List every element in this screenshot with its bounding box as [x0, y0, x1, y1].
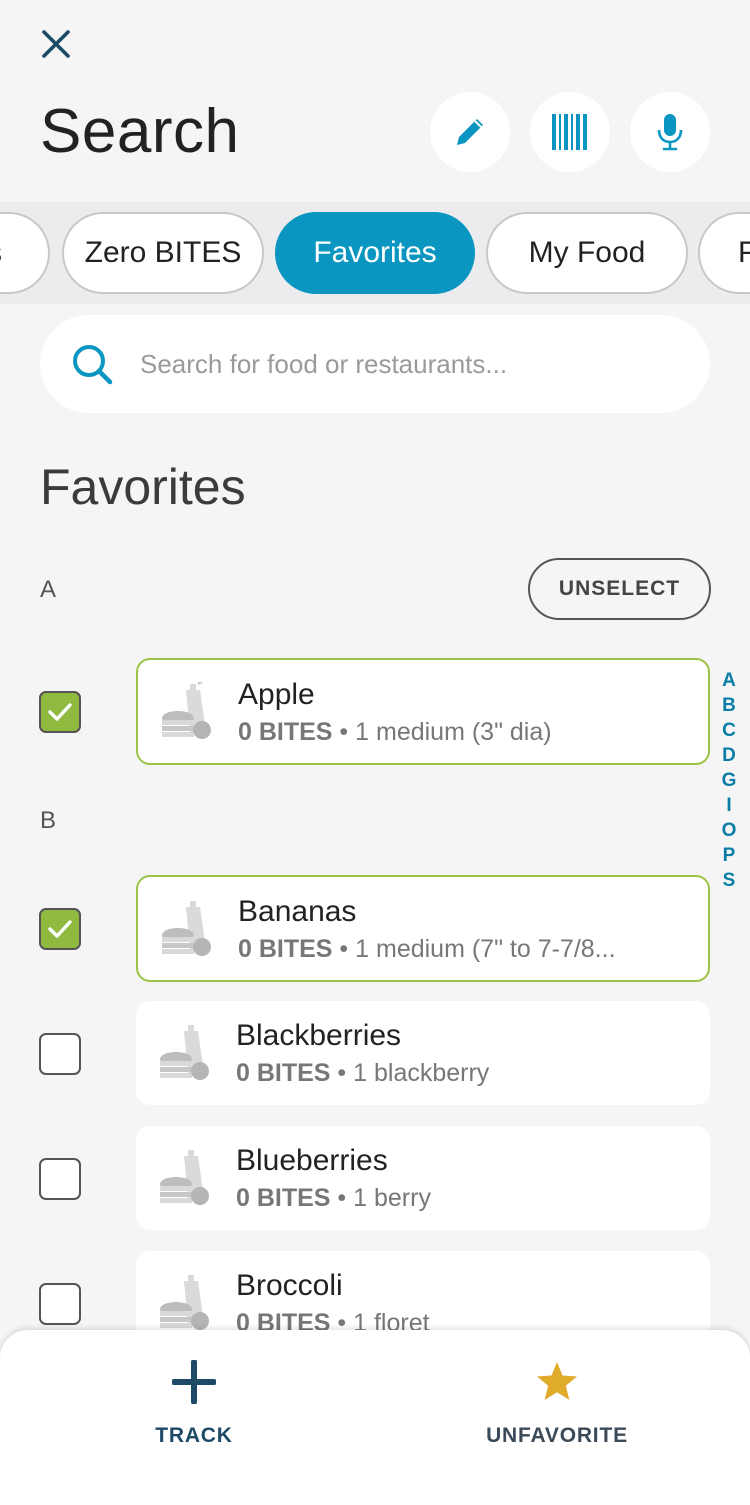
edit-button[interactable]	[430, 92, 510, 172]
header: Search	[0, 0, 750, 202]
group-letter-b: B	[40, 807, 57, 834]
serving-size: 1 medium (7" to 7-7/8...	[355, 935, 616, 963]
unfavorite-button[interactable]: UNFAVORITE	[447, 1360, 667, 1460]
voice-search-button[interactable]	[630, 92, 710, 172]
index-letter-b[interactable]: B	[722, 693, 736, 718]
search-input[interactable]	[140, 339, 680, 389]
barcode-button[interactable]	[530, 92, 610, 172]
separator: •	[332, 935, 356, 963]
index-letter-o[interactable]: O	[722, 818, 737, 843]
checkmark-icon	[48, 920, 72, 938]
separator: •	[330, 1059, 354, 1087]
tab-next[interactable]: P	[698, 212, 750, 294]
pencil-icon	[457, 119, 483, 145]
separator: •	[332, 718, 356, 746]
close-button[interactable]	[36, 24, 76, 64]
index-letter-d[interactable]: D	[722, 743, 736, 768]
separator: •	[330, 1184, 354, 1212]
search-bar[interactable]	[40, 315, 710, 413]
alphabet-index: A B C D G I O P S	[718, 668, 740, 893]
food-name: Bananas	[238, 895, 357, 928]
star-icon	[537, 1362, 577, 1400]
item-checkbox-blackberries[interactable]	[39, 1033, 81, 1075]
index-letter-a[interactable]: A	[722, 668, 736, 693]
food-name: Broccoli	[236, 1269, 343, 1302]
checkmark-icon	[48, 703, 72, 721]
plus-icon	[172, 1360, 216, 1404]
bites-value: 0 BITES	[238, 718, 333, 746]
microphone-icon	[657, 114, 683, 151]
food-generic-icon	[160, 1275, 209, 1330]
food-generic-icon	[160, 1025, 209, 1080]
food-generic-icon	[160, 1150, 209, 1205]
food-name: Apple	[238, 678, 315, 711]
index-letter-c[interactable]: C	[722, 718, 736, 743]
serving-size: 1 berry	[353, 1184, 431, 1212]
tab-previous[interactable]: s	[0, 212, 50, 294]
close-icon	[42, 30, 70, 58]
food-item-blackberries[interactable]: Blackberries 0 BITES • 1 blackberry	[136, 1001, 710, 1105]
group-letter-a: A	[40, 576, 57, 603]
serving-size: 1 medium (3" dia)	[355, 718, 552, 746]
food-item-blueberries[interactable]: Blueberries 0 BITES • 1 berry	[136, 1126, 710, 1230]
serving-size: 1 blackberry	[353, 1059, 490, 1087]
index-letter-i[interactable]: I	[726, 793, 731, 818]
food-meta: 0 BITES • 1 medium (7" to 7-7/8...	[238, 935, 616, 964]
item-checkbox-apple[interactable]	[39, 691, 81, 733]
tab-my-food[interactable]: My Food	[486, 212, 688, 294]
bites-value: 0 BITES	[238, 935, 333, 963]
index-letter-p[interactable]: P	[723, 843, 736, 868]
item-checkbox-bananas[interactable]	[39, 908, 81, 950]
food-generic-icon	[162, 682, 211, 739]
food-generic-icon	[162, 901, 211, 956]
bottom-action-bar: TRACK UNFAVORITE	[0, 1330, 750, 1505]
track-label: TRACK	[155, 1424, 233, 1447]
item-checkbox-blueberries[interactable]	[39, 1158, 81, 1200]
bites-value: 0 BITES	[236, 1184, 331, 1212]
bites-value: 0 BITES	[236, 1059, 331, 1087]
unselect-button[interactable]: UNSELECT	[528, 558, 711, 620]
food-meta: 0 BITES • 1 blackberry	[236, 1059, 489, 1088]
tab-favorites[interactable]: Favorites	[275, 212, 475, 294]
section-title: Favorites	[40, 459, 246, 515]
food-meta: 0 BITES • 1 berry	[236, 1184, 431, 1213]
food-item-bananas[interactable]: Bananas 0 BITES • 1 medium (7" to 7-7/8.…	[136, 875, 710, 982]
track-button[interactable]: TRACK	[84, 1360, 304, 1460]
index-letter-s[interactable]: S	[723, 868, 736, 893]
food-name: Blueberries	[236, 1144, 388, 1177]
filter-tabs: s Zero BITES Favorites My Food P	[0, 202, 750, 304]
food-item-apple[interactable]: Apple 0 BITES • 1 medium (3" dia)	[136, 658, 710, 765]
food-meta: 0 BITES • 1 medium (3" dia)	[238, 718, 552, 747]
item-checkbox-broccoli[interactable]	[39, 1283, 81, 1325]
index-letter-g[interactable]: G	[722, 768, 737, 793]
unfavorite-label: UNFAVORITE	[486, 1424, 628, 1447]
page-title: Search	[40, 97, 240, 166]
search-icon	[73, 345, 113, 385]
barcode-icon	[552, 114, 587, 150]
food-name: Blackberries	[236, 1019, 402, 1052]
tab-zero-bites[interactable]: Zero BITES	[62, 212, 264, 294]
